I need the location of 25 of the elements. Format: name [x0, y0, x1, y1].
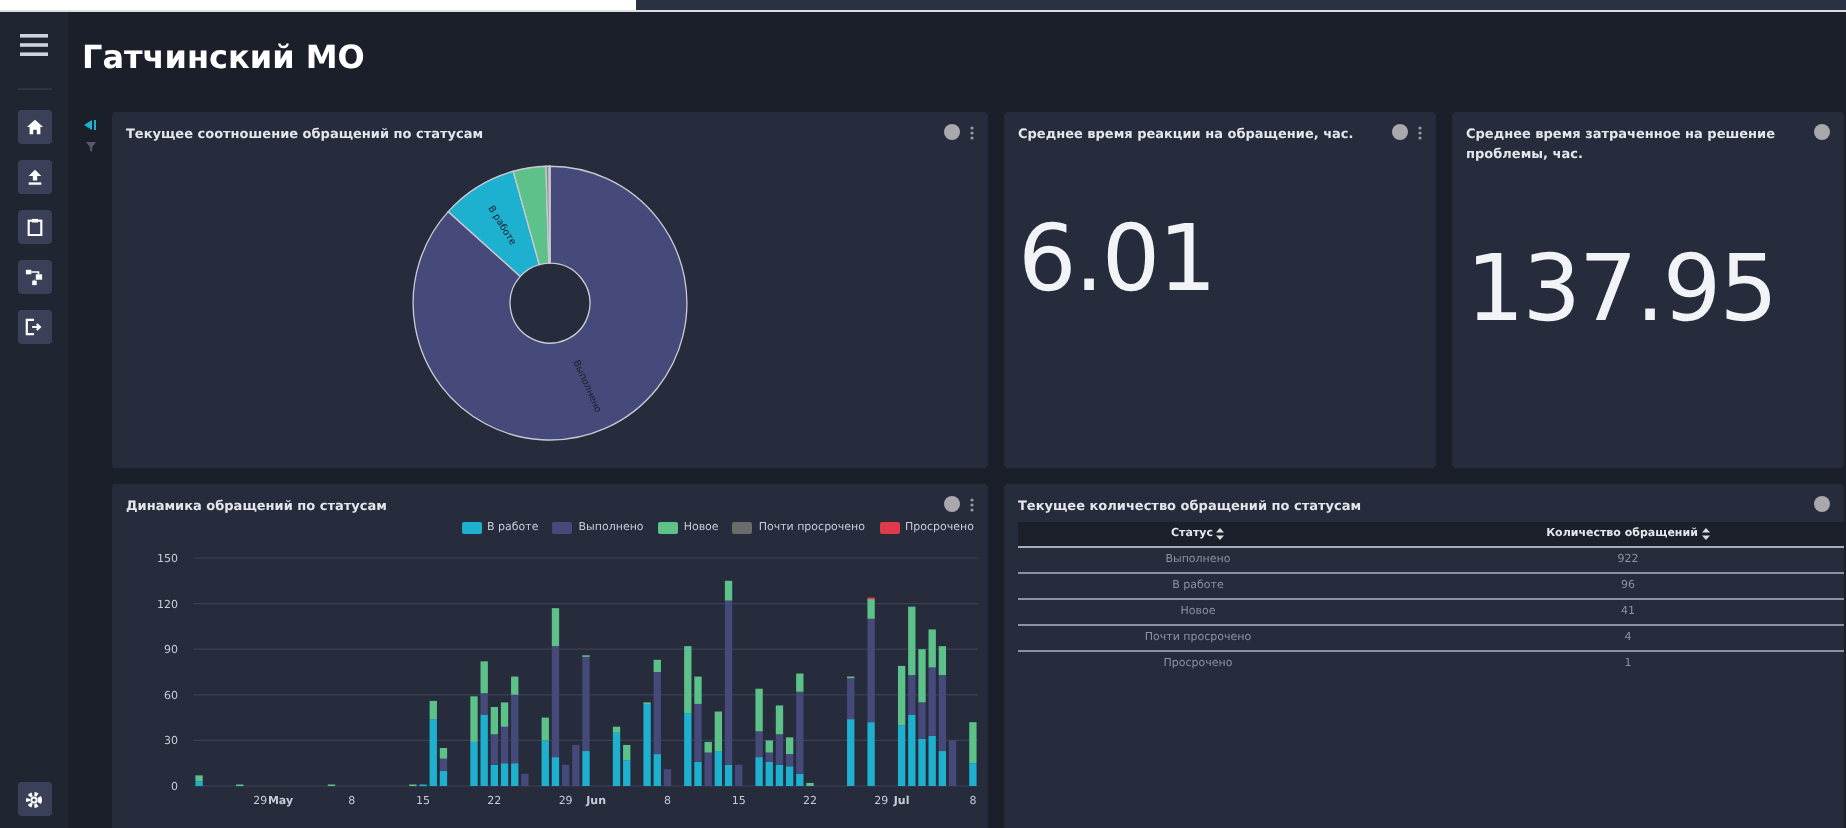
metric-value: 137.95 [1466, 233, 1778, 342]
network-button[interactable] [17, 260, 51, 294]
clipboard-icon [25, 218, 43, 236]
clipboard-button[interactable] [17, 210, 51, 244]
metric-value: 6.01 [1018, 204, 1217, 313]
home-icon [25, 118, 43, 136]
status-icon[interactable] [944, 496, 960, 512]
home-button[interactable] [17, 110, 51, 144]
settings-button[interactable] [17, 782, 51, 816]
page-title: Гатчинский МО [80, 36, 367, 80]
upload-button[interactable] [17, 160, 51, 194]
network-icon [24, 268, 44, 286]
upload-icon [25, 168, 43, 186]
settings-icon [24, 789, 44, 809]
logout-button[interactable] [17, 310, 51, 344]
status-icon[interactable] [1814, 124, 1830, 140]
status-icon[interactable] [944, 124, 960, 140]
status-icon[interactable] [1814, 496, 1830, 512]
sort-icon[interactable] [1216, 528, 1225, 541]
sort-icon[interactable] [1701, 528, 1710, 541]
filter-icon[interactable] [85, 142, 95, 152]
status-icon[interactable] [1392, 124, 1408, 140]
menu-icon[interactable] [20, 34, 48, 56]
collapse-icon[interactable] [84, 120, 96, 130]
logout-icon [24, 318, 44, 336]
